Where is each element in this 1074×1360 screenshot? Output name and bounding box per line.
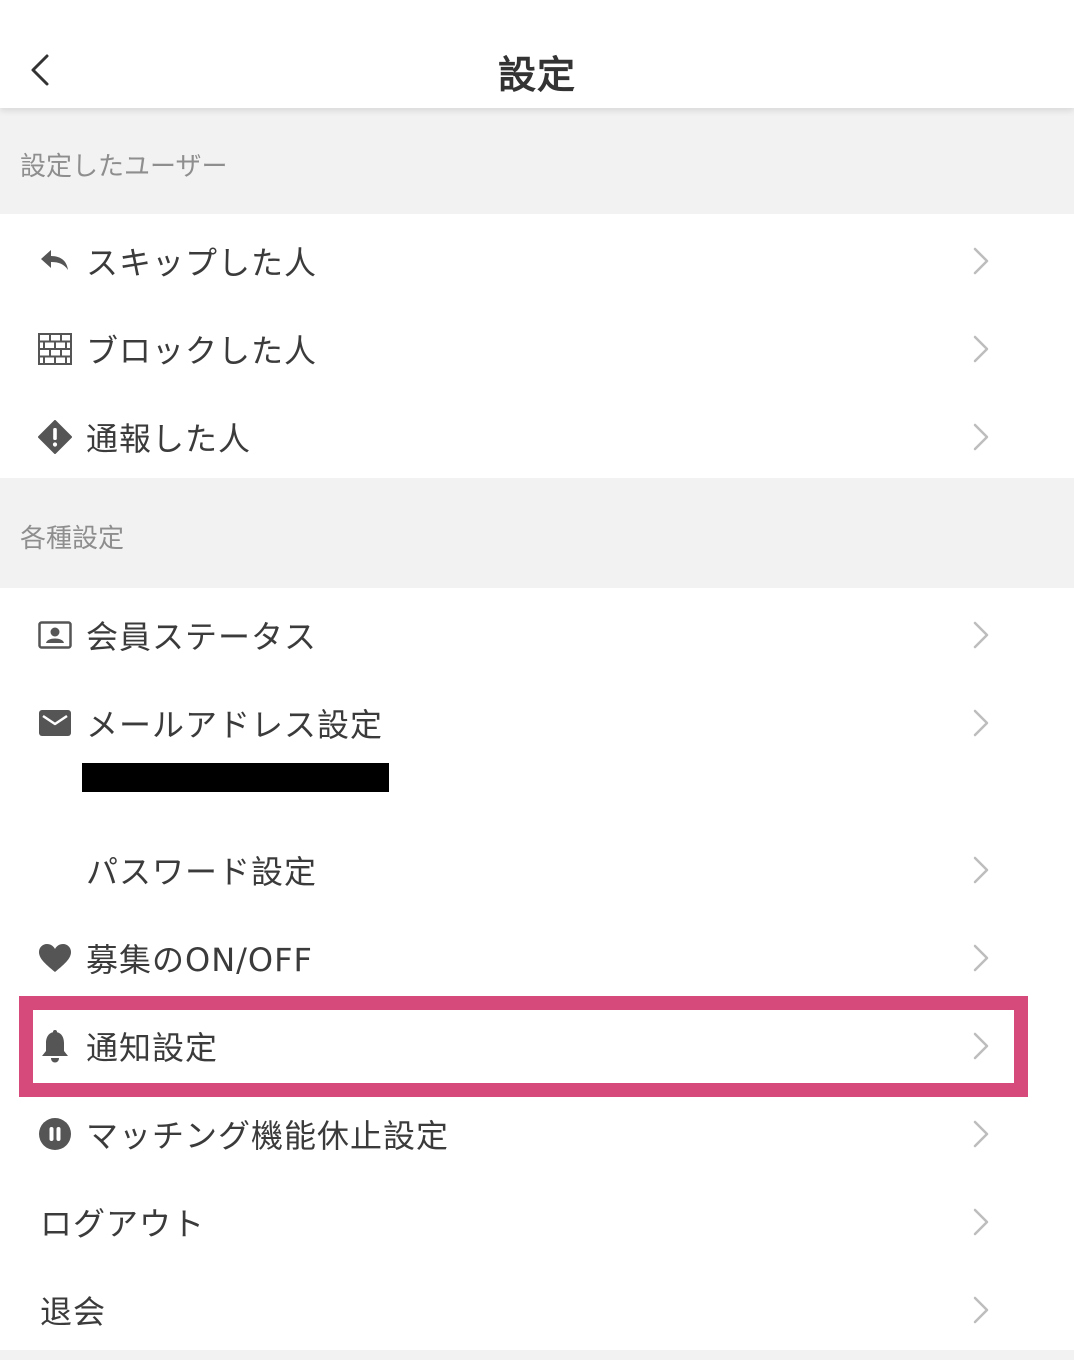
- chevron-right-icon: [973, 247, 989, 275]
- email-settings-row[interactable]: メールアドレス設定: [0, 678, 1074, 818]
- section-header-users: 設定したユーザー: [0, 108, 1074, 214]
- withdraw-row[interactable]: 退会: [0, 1265, 1074, 1353]
- chevron-right-icon: [973, 1120, 989, 1148]
- id-card-icon: [38, 618, 72, 652]
- chevron-right-icon: [973, 856, 989, 884]
- brick-wall-icon: [38, 332, 72, 366]
- page-title: 設定: [497, 53, 576, 97]
- pause-circle-icon: [38, 1117, 72, 1151]
- row-label: ブロックした人: [86, 332, 318, 370]
- envelope-icon: [38, 706, 72, 740]
- row-label: 退会: [40, 1293, 107, 1331]
- logout-row[interactable]: ログアウト: [0, 1177, 1074, 1265]
- row-label: 通知設定: [86, 1029, 219, 1067]
- row-label: マッチング機能休止設定: [86, 1117, 450, 1155]
- section-header-settings: 各種設定: [0, 478, 1074, 588]
- member-status-row[interactable]: 会員ステータス: [0, 590, 1074, 678]
- chevron-right-icon: [973, 1208, 989, 1236]
- chevron-right-icon: [973, 709, 989, 737]
- reported-users-row[interactable]: 通報した人: [0, 392, 1074, 480]
- row-label: パスワード設定: [86, 853, 318, 891]
- notification-settings-row[interactable]: 通知設定: [0, 1001, 1074, 1089]
- section-label: 各種設定: [20, 524, 125, 554]
- chevron-right-icon: [973, 1032, 989, 1060]
- chevron-right-icon: [973, 1296, 989, 1324]
- row-label: ログアウト: [40, 1205, 206, 1243]
- row-label: 通報した人: [86, 420, 252, 458]
- warning-diamond-icon: [38, 420, 72, 454]
- chevron-right-icon: [973, 944, 989, 972]
- row-label: メールアドレス設定: [86, 706, 384, 744]
- row-label: スキップした人: [86, 244, 318, 282]
- chevron-right-icon: [973, 621, 989, 649]
- password-settings-row[interactable]: パスワード設定: [0, 825, 1074, 913]
- blocked-users-row[interactable]: ブロックした人: [0, 304, 1074, 392]
- reply-icon: [38, 244, 72, 278]
- top-bar: 設定: [0, 0, 1074, 108]
- recruit-toggle-row[interactable]: 募集のON/OFF: [0, 913, 1074, 1001]
- heart-icon: [38, 941, 72, 975]
- bottom-divider: [0, 1350, 1074, 1360]
- redacted-email-value: [82, 763, 389, 792]
- bell-icon: [38, 1029, 72, 1063]
- row-label: 会員ステータス: [86, 618, 318, 656]
- chevron-right-icon: [973, 423, 989, 451]
- section-label: 設定したユーザー: [20, 152, 228, 182]
- chevron-right-icon: [973, 335, 989, 363]
- matching-pause-row[interactable]: マッチング機能休止設定: [0, 1089, 1074, 1177]
- row-label: 募集のON/OFF: [86, 941, 313, 979]
- skipped-users-row[interactable]: スキップした人: [0, 216, 1074, 304]
